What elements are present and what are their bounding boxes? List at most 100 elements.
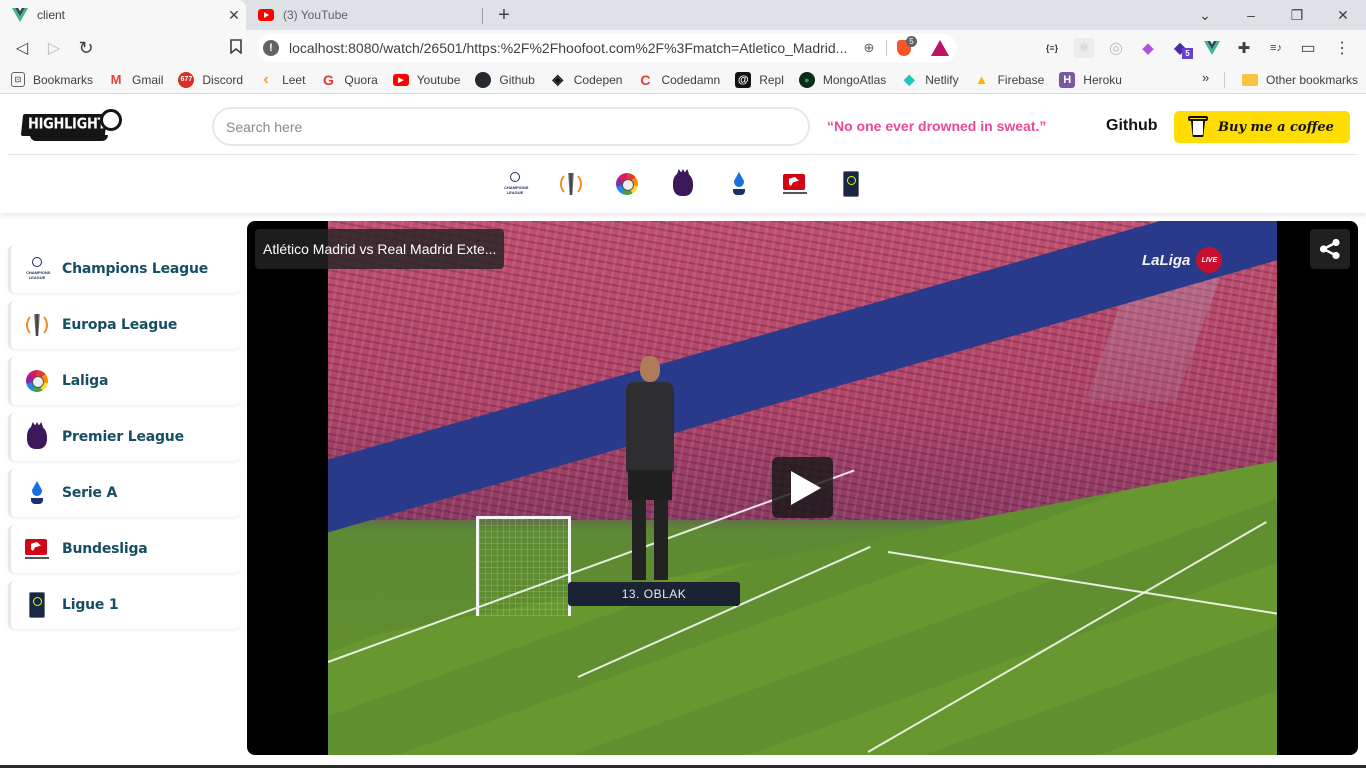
quora-icon: G	[322, 71, 334, 88]
logo-swoosh	[30, 135, 108, 141]
minimize-button[interactable]: –	[1228, 0, 1274, 30]
gmail-icon: M	[110, 72, 122, 87]
discord-icon: 677	[178, 71, 195, 88]
forward-button[interactable]: ▷	[43, 37, 65, 59]
sidebar-item-laliga[interactable]: Laliga	[8, 357, 240, 405]
sidebar-item-ligue-1[interactable]: Ligue 1	[8, 581, 240, 629]
bookmark-page-button[interactable]	[225, 37, 247, 59]
league-link-serie-a[interactable]	[726, 170, 752, 198]
bookmark-label: Netlify	[925, 72, 959, 87]
firebase-icon: ▲	[975, 72, 989, 87]
stack-icon[interactable]: ◆ 5	[1170, 38, 1193, 59]
league-sidebar: CHAMPIONS LEAGUE Champions League Europa…	[8, 245, 240, 637]
back-button[interactable]: ◁	[11, 37, 33, 59]
sidebar-item-champions-league[interactable]: CHAMPIONS LEAGUE Champions League	[8, 245, 240, 293]
tab-client[interactable]: client ✕	[0, 0, 246, 30]
bookmark-youtube[interactable]: ▶ Youtube	[385, 68, 468, 92]
sidebar-item-serie-a[interactable]: Serie A	[8, 469, 240, 517]
league-link-laliga[interactable]	[614, 170, 640, 198]
bookmark-label: Repl	[759, 72, 784, 87]
bookmark-mongoatlas[interactable]: ● MongoAtlas	[791, 68, 893, 92]
sidebar-item-label: Laliga	[62, 373, 109, 389]
sidebar-item-europa-league[interactable]: Europa League	[8, 301, 240, 349]
buy-me-a-coffee-button[interactable]: Buy me a coffee	[1174, 111, 1350, 143]
brave-rewards-icon[interactable]	[931, 40, 949, 56]
forward-arrow-icon: ▷	[47, 40, 61, 57]
repl-icon: @	[735, 71, 752, 88]
restore-button[interactable]: ❐	[1274, 0, 1320, 30]
menu-icon[interactable]: ⋮	[1332, 38, 1352, 58]
bundesliga-logo-icon	[783, 172, 807, 196]
league-link-europa-league[interactable]	[558, 170, 584, 198]
mongodb-icon: ●	[798, 71, 815, 88]
bookmark-label: Bookmarks	[33, 72, 94, 87]
github-icon	[475, 71, 492, 88]
league-link-bundesliga[interactable]	[782, 170, 808, 198]
json-formatter-icon[interactable]: {≡}	[1042, 38, 1062, 58]
bookmark-netlify[interactable]: ◆ Netlify	[893, 68, 965, 92]
search-input[interactable]	[212, 107, 810, 146]
sidebar-item-premier-league[interactable]: Premier League	[8, 413, 240, 461]
league-link-premier-league[interactable]	[670, 170, 696, 198]
laliga-logo-icon	[616, 173, 638, 195]
bookmark-codedamn[interactable]: C Codedamn	[629, 68, 727, 92]
share-icon	[1319, 238, 1340, 260]
bookmarks-overflow-button[interactable]: »	[1202, 70, 1209, 85]
bookmark-heroku[interactable]: H Heroku	[1051, 68, 1129, 92]
tag-icon[interactable]: ◆	[1138, 38, 1158, 58]
live-badge: LIVE	[1196, 247, 1223, 273]
codedamn-icon: C	[640, 71, 651, 88]
github-link[interactable]: Github	[1106, 117, 1158, 135]
sidebar-item-label: Bundesliga	[62, 541, 148, 557]
league-link-ligue-1[interactable]	[838, 170, 864, 198]
site-info-icon[interactable]: !	[263, 40, 279, 56]
bookmark-gmail[interactable]: M Gmail	[100, 68, 170, 92]
league-logo-bar: CHAMPIONS LEAGUE	[0, 155, 1366, 213]
serie-a-logo-icon	[732, 171, 746, 197]
reload-button[interactable]: ↻	[75, 37, 97, 59]
bookmark-firebase[interactable]: ▲ Firebase	[966, 68, 1052, 92]
extensions-puzzle-icon[interactable]: ✚	[1234, 38, 1254, 58]
bookmark-codepen[interactable]: ◈ Codepen	[542, 68, 630, 92]
close-window-button[interactable]: ✕	[1320, 0, 1366, 30]
bookmark-quora[interactable]: G Quora	[312, 68, 384, 92]
tab-youtube[interactable]: (3) YouTube	[246, 0, 482, 30]
vue-devtools-icon[interactable]	[1202, 38, 1222, 58]
video-player[interactable]: 13. OBLAK LaLiga LIVE Atlético Madrid vs…	[247, 221, 1358, 755]
brave-shields-button[interactable]: 5	[897, 36, 917, 57]
coffee-cup-icon	[1188, 116, 1208, 138]
url-text[interactable]: localhost:8080/watch/26501/https:%2F%2Fh…	[289, 40, 860, 56]
media-playlist-icon[interactable]: ≡♪	[1266, 38, 1286, 58]
browser-tab-strip: client ✕ (3) YouTube + ⌄ – ❐ ✕	[0, 0, 1366, 30]
react-devtools-icon[interactable]: ⚛	[1074, 38, 1094, 58]
close-tab-icon[interactable]: ✕	[226, 7, 242, 23]
wallet-icon[interactable]: ▭	[1298, 38, 1318, 58]
bookmark-label: Quora	[344, 72, 378, 87]
zoom-icon[interactable]: ⊕	[860, 40, 878, 56]
bookmarks-bar: ⊡ Bookmarks M Gmail 677 Discord ‹ Leet G Quor…	[0, 66, 1366, 94]
broadcaster-bug: LaLiga LIVE	[1142, 247, 1223, 273]
bookmark-github[interactable]: Github	[467, 68, 541, 92]
sidebar-item-bundesliga[interactable]: Bundesliga	[8, 525, 240, 573]
youtube-icon	[258, 7, 274, 23]
premier-league-logo-icon	[673, 172, 693, 196]
address-bar[interactable]: ! localhost:8080/watch/26501/https:%2F%2…	[257, 34, 957, 62]
play-button[interactable]	[772, 457, 833, 518]
other-bookmarks-folder[interactable]: Other bookmarks	[1234, 68, 1365, 92]
record-icon[interactable]: ◎	[1106, 38, 1126, 58]
sidebar-item-label: Serie A	[62, 485, 118, 501]
new-tab-button[interactable]: +	[494, 4, 514, 26]
bookmark-discord[interactable]: 677 Discord	[170, 68, 250, 92]
bookmark-icon	[230, 38, 242, 58]
bookmark-label: Youtube	[416, 72, 461, 87]
league-link-champions-league[interactable]: CHAMPIONS LEAGUE	[502, 170, 528, 198]
share-button[interactable]	[1310, 229, 1350, 269]
video-title[interactable]: Atlético Madrid vs Real Madrid Exte...	[255, 229, 505, 269]
bookmark-leet[interactable]: ‹ Leet	[250, 68, 312, 92]
bookmark-bookmarks[interactable]: ⊡ Bookmarks	[3, 68, 100, 92]
bookmark-repl[interactable]: @ Repl	[727, 68, 791, 92]
site-logo[interactable]: HIGHLIGHTS	[20, 109, 122, 145]
folder-icon	[1242, 74, 1258, 86]
other-bookmarks-label: Other bookmarks	[1266, 73, 1359, 87]
tab-search-button[interactable]: ⌄	[1182, 0, 1228, 30]
